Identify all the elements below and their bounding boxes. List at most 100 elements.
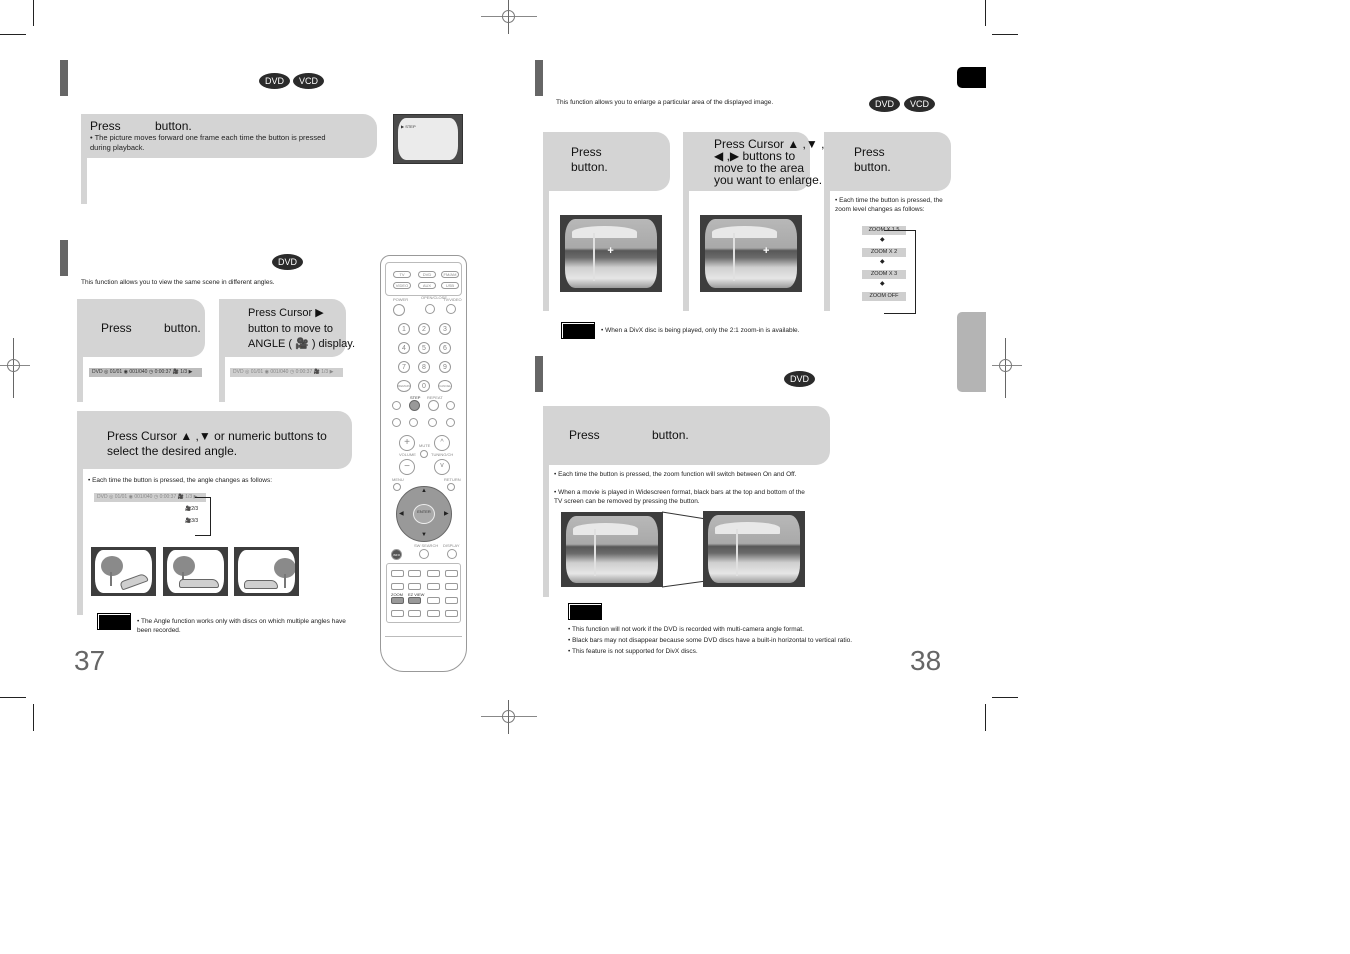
- remote-ezview-button: [408, 597, 421, 604]
- section-marker: [60, 60, 68, 96]
- zoom-photo-2: +: [700, 215, 802, 292]
- crop-mark: [985, 0, 986, 26]
- step-bullet: • The picture moves forward one frame ea…: [90, 133, 326, 152]
- step-box-rail: [824, 191, 830, 311]
- remote-small-button: [427, 570, 440, 577]
- remote-number-8: 8: [418, 361, 430, 373]
- tuning-up-icon: ^: [434, 435, 450, 451]
- nav-down-icon: ▼: [421, 532, 427, 538]
- remote-small-button: [427, 583, 440, 590]
- remote-small-button: [427, 610, 440, 617]
- step-instruction-line: button.: [571, 160, 608, 174]
- remote-info-button: INFO: [391, 549, 402, 560]
- stop-icon: [409, 418, 418, 427]
- remote-number-5: 5: [418, 342, 430, 354]
- remote-cancel-button: CANCEL: [438, 380, 452, 392]
- menu-icon: [393, 483, 401, 491]
- chapter-tab-gray: [957, 312, 986, 392]
- note-text: • The Angle function works only with dis…: [137, 618, 346, 634]
- step-box-rail: [77, 357, 83, 402]
- step-instruction-prefix: Press: [569, 428, 600, 442]
- remote-small-button: [427, 597, 440, 604]
- remote-swsearch-label: SW SEARCH: [414, 543, 439, 548]
- power-icon: [393, 304, 405, 316]
- section-marker: [60, 240, 68, 276]
- remote-small-button: [408, 583, 421, 590]
- tv-screen-illustration: ▶ STEP: [393, 114, 463, 164]
- step-instruction-prefix: Press: [101, 321, 132, 335]
- remote-dvd-button: DVD: [418, 271, 436, 278]
- remote-small-button: [391, 570, 404, 577]
- remote-zoom-button: [391, 597, 404, 604]
- remote-number-0: 0: [418, 380, 430, 392]
- eject-icon: [425, 304, 435, 314]
- note-label-box: [97, 613, 131, 630]
- step-instruction-suffix: button.: [652, 428, 689, 442]
- step-box-rail: [219, 357, 225, 402]
- angle-1-illustration: [91, 547, 156, 596]
- step-instruction-line: you want to enlarge.: [714, 173, 823, 187]
- remote-tuning-label: TUNING/CH: [431, 452, 454, 457]
- dvd-badge: DVD: [869, 96, 900, 112]
- step-box-rail: [543, 191, 549, 311]
- nav-right-icon: ▶: [444, 511, 449, 517]
- remote-number-2: 2: [418, 323, 430, 335]
- remote-number-7: 7: [398, 361, 410, 373]
- zoom-connector-lines: [662, 511, 707, 588]
- step-bullet: • Each time the button is pressed, the a…: [88, 477, 273, 484]
- step-instruction-line: Press: [854, 145, 885, 159]
- bullet-text: The picture moves forward one frame each…: [90, 133, 326, 152]
- step-instruction-line: Press Cursor ▲ ,▼ or numeric buttons to: [107, 429, 327, 443]
- remote-enter-button: ENTER: [413, 504, 435, 524]
- dvd-badge: DVD: [259, 73, 290, 89]
- remote-usb-button: USB: [441, 282, 459, 289]
- remote-bottom-edge: [385, 636, 462, 637]
- remote-menu-label: MENU: [392, 477, 404, 482]
- step-bullet: • When a movie is played in Widescreen f…: [554, 489, 805, 505]
- section-marker: [535, 356, 543, 392]
- bullet-text: Each time the button is pressed, the ang…: [92, 477, 273, 484]
- crosshair-icon: +: [762, 245, 770, 258]
- remote-step-button: [409, 400, 420, 411]
- step-box-rail: [543, 465, 549, 597]
- tv-video-icon: [446, 304, 456, 314]
- sw-search-icon: [419, 549, 429, 559]
- note-label-box: [568, 603, 602, 620]
- step-box-rail: [81, 158, 87, 204]
- step-box-rail: [683, 191, 689, 311]
- section-intro: This function allows you to view the sam…: [81, 279, 275, 286]
- remote-tvvideo-label: TV/VIDEO: [443, 297, 462, 302]
- widescreen-photo-before: [561, 512, 663, 587]
- return-icon: [447, 483, 455, 491]
- remote-tv-button: TV: [393, 271, 411, 278]
- note-text: • Black bars may not disappear because s…: [568, 637, 853, 644]
- widescreen-photo-after: [703, 511, 805, 587]
- crop-mark: [0, 697, 26, 698]
- step-instruction-line: Press Cursor ▶: [248, 307, 324, 319]
- remote-small-button: [408, 610, 421, 617]
- crop-mark: [0, 34, 26, 35]
- tv-osd-text: ▶ STEP: [401, 124, 416, 129]
- step-instruction-line: Press: [571, 145, 602, 159]
- remote-small-button: [445, 610, 458, 617]
- note-label-box: [561, 322, 595, 339]
- crop-mark: [992, 34, 1018, 35]
- section-intro: This function allows you to enlarge a pa…: [556, 99, 774, 106]
- remote-mute-label: MUTE: [419, 443, 431, 448]
- crop-mark: [33, 704, 34, 731]
- step-instruction-line: ANGLE ( 🎥 ) display.: [248, 338, 356, 350]
- crosshair-icon: +: [607, 245, 614, 258]
- dvd-badge: DVD: [784, 371, 815, 387]
- registration-mark: [481, 700, 537, 734]
- remote-video-button: VIDEO: [393, 282, 411, 289]
- zoom-photo-1: +: [560, 215, 662, 292]
- nav-left-icon: ◀: [399, 511, 404, 517]
- step-instruction-prefix: Press: [90, 119, 121, 133]
- remote-small-button: [391, 583, 404, 590]
- chapter-tab-black: [957, 67, 986, 88]
- mute-icon: [420, 450, 428, 458]
- tuning-down-icon: v: [434, 459, 450, 475]
- remote-number-4: 4: [398, 342, 410, 354]
- remote-repeat-button: [428, 400, 439, 411]
- skip-forward-icon: [446, 401, 455, 410]
